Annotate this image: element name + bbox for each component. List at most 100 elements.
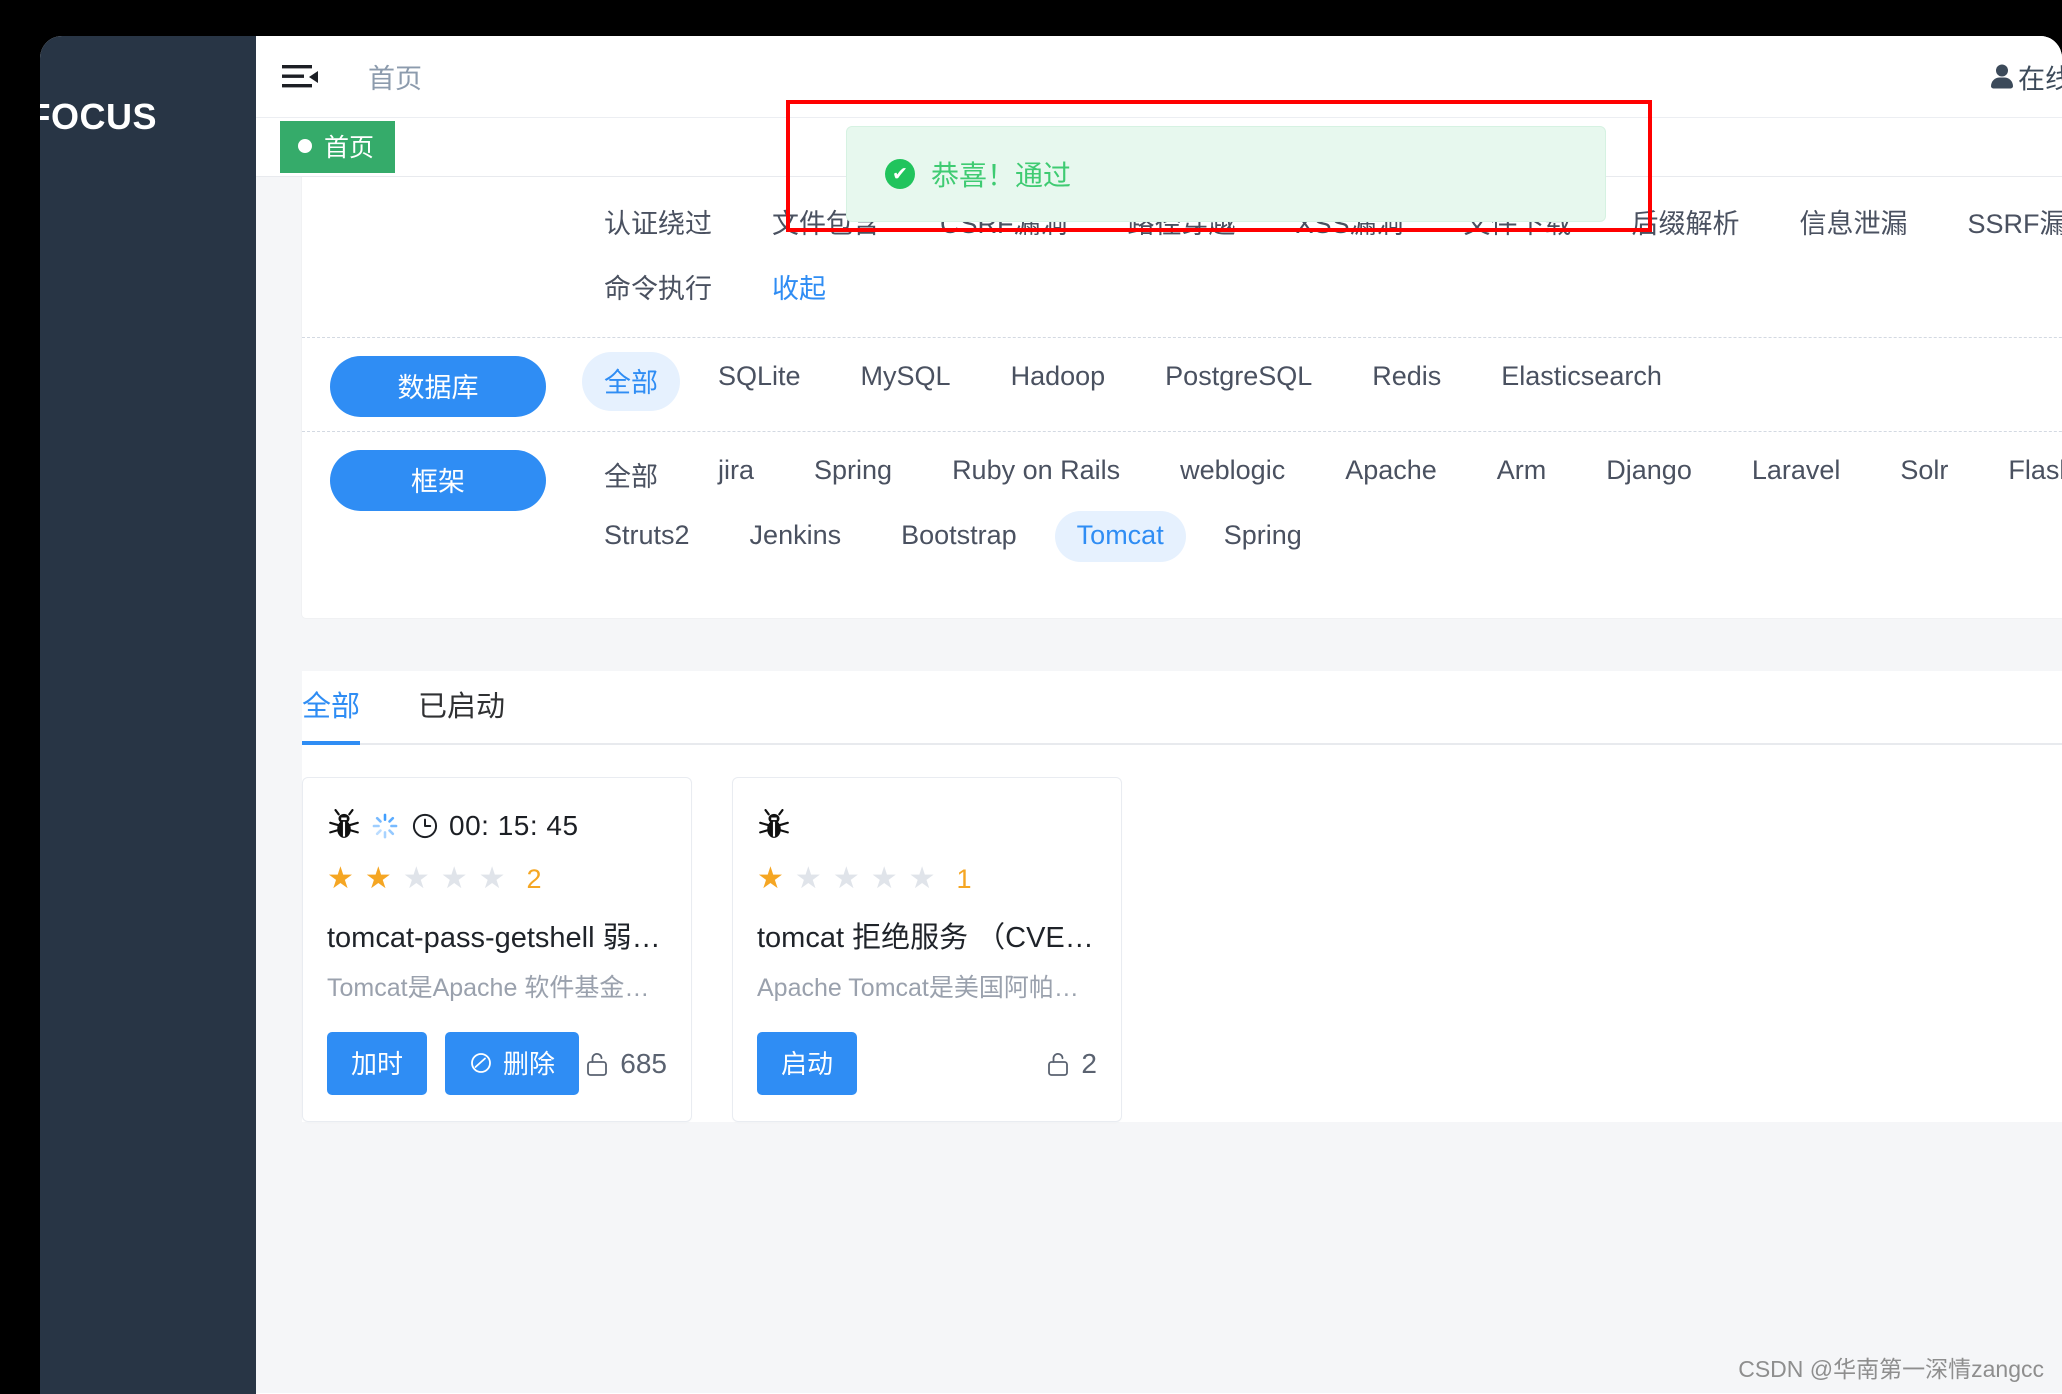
star-5[interactable]: ★ [479, 864, 506, 894]
list-item[interactable]: 00: 15: 45 ★ ★ ★ ★ ★ 2 tomcat-pass-getsh… [302, 777, 692, 1122]
db-tag-sqlite[interactable]: SQLite [696, 352, 823, 411]
fw-tag-spring[interactable]: Spring [792, 446, 914, 505]
fw-tag-bootstrap[interactable]: Bootstrap [879, 511, 1039, 562]
fw-tag-ruby-on-rails[interactable]: Ruby on Rails [930, 446, 1142, 505]
unlock-count: 685 [620, 1047, 667, 1079]
vuln-collapse-link[interactable]: 收起 [750, 258, 848, 317]
list-item[interactable]: ★ ★ ★ ★ ★ 1 tomcat 拒绝服务 （CVE-2020… Apach… [732, 777, 1122, 1122]
card-header: 00: 15: 45 [327, 804, 667, 848]
fw-tag-tomcat[interactable]: Tomcat [1054, 511, 1186, 562]
vuln-tag-7[interactable]: 信息泄漏 [1778, 193, 1930, 252]
fw-tag-all[interactable]: 全部 [582, 446, 680, 505]
star-2[interactable]: ★ [365, 864, 392, 894]
sidebar-item-1[interactable]: 表 [40, 549, 256, 586]
user-status-label: 在线 [2018, 64, 2062, 94]
delete-button[interactable]: 删除 [445, 1032, 580, 1095]
fw-tag-jenkins[interactable]: Jenkins [728, 511, 864, 562]
filter-label-framework[interactable]: 框架 [330, 450, 546, 511]
hamburger-icon[interactable] [280, 62, 320, 92]
toast-message: 恭喜！通过 [931, 160, 1072, 191]
sidebar-item-0[interactable]: 榜 [40, 379, 256, 416]
card-description: Apache Tomcat是美国阿帕奇（Apac… [757, 974, 1097, 1002]
card-actions: 启动 2 [757, 1032, 1097, 1095]
db-tag-redis[interactable]: Redis [1350, 352, 1463, 411]
card-description: Tomcat是Apache 软件基金会（Apac… [327, 974, 667, 1002]
user-status[interactable]: 在线 [1990, 57, 2062, 96]
vuln-tag-9[interactable]: 命令执行 [582, 258, 734, 317]
filter-panel: 弱口令 权限提升 水坑洞 拒绝服务 中间人 操作 配置错误 权限绕过 认证绕过 … [302, 177, 2062, 618]
fw-tag-solr[interactable]: Solr [1878, 446, 1970, 505]
sidebar: ıFOCUS 榜 表 [40, 36, 256, 1394]
star-2[interactable]: ★ [795, 864, 822, 894]
db-tag-all[interactable]: 全部 [582, 352, 680, 411]
fw-tag-laravel[interactable]: Laravel [1730, 446, 1863, 505]
list-tabs: 全部 已启动 [302, 671, 2062, 745]
vuln-tag-8[interactable]: SSRF漏洞 [1946, 193, 2062, 252]
unlock-icon [587, 1052, 608, 1076]
card-list: 00: 15: 45 ★ ★ ★ ★ ★ 2 tomcat-pass-getsh… [302, 745, 2062, 1122]
fw-tag-django[interactable]: Django [1584, 446, 1714, 505]
fw-tag-struts2[interactable]: Struts2 [582, 511, 712, 562]
start-label: 启动 [781, 1049, 834, 1079]
watermark: CSDN @华南第一深情zangcc [1738, 1356, 2044, 1382]
fw-tag-jira[interactable]: jira [696, 446, 776, 505]
star-4[interactable]: ★ [871, 864, 898, 894]
db-tag-elasticsearch[interactable]: Elasticsearch [1479, 352, 1684, 411]
rating-stars[interactable]: ★ ★ ★ ★ ★ 1 [757, 862, 1097, 896]
loading-spinner-icon [372, 813, 398, 839]
star-4[interactable]: ★ [441, 864, 468, 894]
card-title: tomcat 拒绝服务 （CVE-2020… [757, 922, 1097, 954]
start-button[interactable]: 启动 [757, 1032, 858, 1095]
vuln-tag-0[interactable]: 认证绕过 [582, 193, 734, 252]
filter-label-vulnerability-placeholder [302, 193, 574, 197]
rating-stars[interactable]: ★ ★ ★ ★ ★ 2 [327, 862, 667, 896]
fw-tag-weblogic[interactable]: weblogic [1158, 446, 1307, 505]
filter-items-framework: 全部 jira Spring Ruby on Rails weblogic Ap… [574, 446, 2062, 568]
delete-label: 删除 [503, 1049, 556, 1079]
filter-label-framework-wrap: 框架 [302, 446, 574, 511]
db-tag-postgresql[interactable]: PostgreSQL [1143, 352, 1334, 411]
user-icon [1990, 64, 2014, 89]
card-actions: 加时 删除 685 [327, 1032, 667, 1095]
tab-all[interactable]: 全部 [302, 683, 361, 745]
star-3[interactable]: ★ [833, 864, 860, 894]
success-toast: ✔ 恭喜！通过 [846, 126, 1606, 222]
star-5[interactable]: ★ [909, 864, 936, 894]
rating-value: 2 [526, 863, 542, 894]
rating-value: 1 [956, 863, 972, 894]
fw-tag-flask[interactable]: Flask [1986, 446, 2062, 505]
filter-label-database[interactable]: 数据库 [330, 356, 546, 417]
filter-label-database-wrap: 数据库 [302, 352, 574, 417]
fw-tag-spring-2[interactable]: Spring [1202, 511, 1324, 562]
db-tag-hadoop[interactable]: Hadoop [989, 352, 1128, 411]
unlock-count: 2 [1081, 1047, 1097, 1079]
add-time-button[interactable]: 加时 [327, 1032, 428, 1095]
star-1[interactable]: ★ [327, 864, 354, 894]
unlock-icon [1048, 1052, 1069, 1076]
bug-icon [759, 809, 789, 838]
prohibit-icon [471, 1052, 491, 1073]
tag-dot-icon [298, 139, 312, 153]
tab-started[interactable]: 已启动 [418, 683, 505, 743]
card-header [757, 804, 1097, 848]
brand-logo: ıFOCUS [40, 96, 158, 137]
top-header: 首页 在线 [256, 36, 2062, 118]
check-circle-icon: ✔ [885, 159, 915, 189]
fw-tag-arm[interactable]: Arm [1475, 446, 1569, 505]
unlock-count-group: 2 [1045, 1048, 1097, 1080]
star-1[interactable]: ★ [757, 864, 784, 894]
top-home-link[interactable]: 首页 [368, 57, 422, 96]
breadcrumb-tag-label: 首页 [324, 134, 375, 162]
filter-items-database: 全部 SQLite MySQL Hadoop PostgreSQL Redis … [574, 352, 2062, 417]
star-3[interactable]: ★ [403, 864, 430, 894]
clock-icon [412, 813, 438, 839]
main-area: 首页 在线 首页 弱口令 权限提升 水坑洞 拒绝服务 中间人 [256, 36, 2062, 1394]
list-section: 全部 已启动 00: 15: 45 ★ ★ ★ ★ ★ 2 tomcat-pas… [302, 671, 2062, 1122]
vuln-tag-6[interactable]: 后缀解析 [1610, 193, 1762, 252]
breadcrumb-tag-home[interactable]: 首页 [280, 121, 396, 173]
add-time-label: 加时 [351, 1049, 404, 1079]
content-scroll: 弱口令 权限提升 水坑洞 拒绝服务 中间人 操作 配置错误 权限绕过 认证绕过 … [256, 177, 2062, 1393]
db-tag-mysql[interactable]: MySQL [839, 352, 973, 411]
app-window: ıFOCUS 榜 表 首页 在线 首 [40, 36, 2062, 1394]
fw-tag-apache[interactable]: Apache [1323, 446, 1459, 505]
